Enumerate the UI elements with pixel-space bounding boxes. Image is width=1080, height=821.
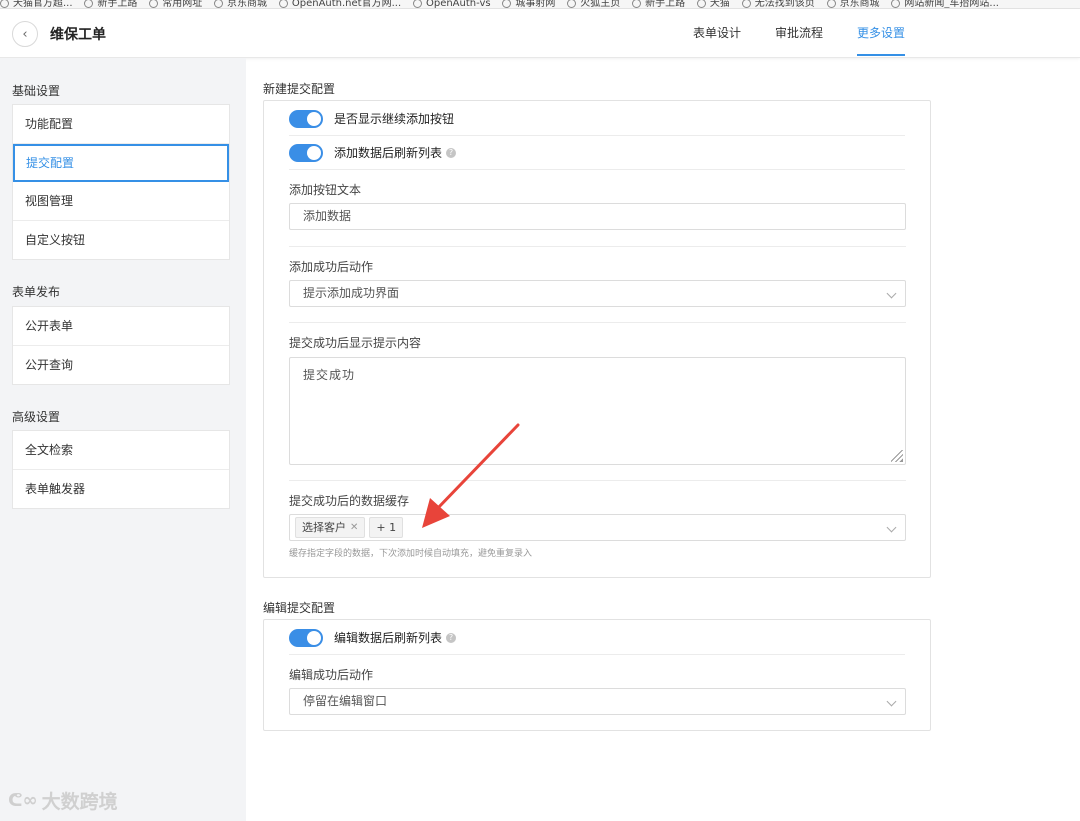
bookmark-icon xyxy=(567,0,577,8)
bookmark[interactable]: OpenAuth-vs xyxy=(412,0,491,8)
bookmark-icon xyxy=(632,0,642,8)
bookmarks-bar: 天猫官方超... 新手上路 常用网址 京东商城 OpenAuth.net官方网.… xyxy=(0,0,1080,9)
sidebar-group-title: 高级设置 xyxy=(12,410,61,424)
tab-approval-flow[interactable]: 审批流程 xyxy=(775,9,823,58)
select-value: 提示添加成功界面 xyxy=(303,286,400,300)
bookmark[interactable]: 天猫 xyxy=(696,0,730,8)
chevron-down-icon xyxy=(886,522,897,533)
continue-add-toggle[interactable] xyxy=(289,109,323,128)
bookmark-icon xyxy=(891,0,901,8)
edit-submit-card: 编辑数据后刷新列表 ? 编辑成功后动作 停留在编辑窗口 xyxy=(263,619,931,731)
watermark: ᕦ∞ 大数跨境 xyxy=(8,787,118,814)
bookmark[interactable]: 网站新闻_车抬网站... xyxy=(891,0,999,8)
watermark-logo-icon: ᕦ∞ xyxy=(8,790,38,811)
header-tabs: 表单设计 审批流程 更多设置 xyxy=(676,9,922,58)
annotation-arrow-icon xyxy=(422,423,520,528)
help-icon[interactable]: ? xyxy=(446,632,457,643)
sidebar-item-submit-config[interactable]: 提交配置 xyxy=(13,143,229,182)
bookmark[interactable]: 新手上路 xyxy=(632,0,685,8)
new-submit-section-title: 新建提交配置 xyxy=(263,82,336,96)
after-edit-action-select[interactable]: 停留在编辑窗口 xyxy=(289,688,906,715)
success-tip-textarea[interactable]: 提交成功 xyxy=(289,357,906,465)
sidebar-menu-advanced: 全文检索 表单触发器 xyxy=(12,430,230,509)
toggle-label: 编辑数据后刷新列表 xyxy=(334,631,443,645)
chevron-left-icon: ‹ xyxy=(22,26,28,42)
bookmark[interactable]: 京东商城 xyxy=(826,0,880,8)
toggle-row-edit-refresh: 编辑数据后刷新列表 ? xyxy=(289,621,905,655)
watermark-text: 大数跨境 xyxy=(41,791,118,813)
textarea-value: 提交成功 xyxy=(303,368,356,382)
edit-refresh-toggle[interactable] xyxy=(289,628,323,647)
page-header: ‹ 维保工单 表单设计 审批流程 更多设置 xyxy=(0,9,1080,58)
bookmark[interactable]: 京东商城 xyxy=(214,0,267,8)
divider xyxy=(289,246,906,247)
select-value: 停留在编辑窗口 xyxy=(303,694,388,708)
bookmark-icon xyxy=(0,0,9,8)
bookmark[interactable]: 火狐主页 xyxy=(567,0,620,8)
toggle-row-refresh-list: 添加数据后刷新列表 ? xyxy=(289,136,905,170)
close-icon[interactable]: ✕ xyxy=(350,515,358,540)
after-add-action-label: 添加成功后动作 xyxy=(289,260,374,274)
bookmark[interactable]: 城事射网 xyxy=(502,0,555,8)
cache-tag-label: 选择客户 xyxy=(302,521,346,534)
sidebar-item-view-management[interactable]: 视图管理 xyxy=(13,182,229,221)
sidebar-item-public-form[interactable]: 公开表单 xyxy=(13,307,229,346)
sidebar-menu-publish: 公开表单 公开查询 xyxy=(12,306,230,385)
after-edit-action-label: 编辑成功后动作 xyxy=(289,668,374,682)
tab-form-design[interactable]: 表单设计 xyxy=(693,9,741,58)
bookmark-icon xyxy=(741,0,751,8)
sidebar-item-function-config[interactable]: 功能配置 xyxy=(13,105,229,144)
settings-sidebar: 基础设置 功能配置 提交配置 视图管理 自定义按钮 表单发布 公开表单 公开查询… xyxy=(0,58,246,821)
divider xyxy=(289,480,906,481)
tab-more-settings[interactable]: 更多设置 xyxy=(857,9,906,58)
bookmark[interactable]: 无法找到该页 xyxy=(741,0,815,8)
toggle-label: 添加数据后刷新列表 xyxy=(334,146,443,160)
bookmark-icon xyxy=(149,0,159,8)
cache-more-tag: + 1 xyxy=(369,517,404,538)
sidebar-item-fulltext-search[interactable]: 全文检索 xyxy=(13,431,229,470)
add-button-text-input[interactable]: 添加数据 xyxy=(289,203,906,230)
toggle-row-continue-add: 是否显示继续添加按钮 xyxy=(289,102,905,136)
sidebar-menu-basic: 功能配置 提交配置 视图管理 自定义按钮 xyxy=(12,104,230,260)
bookmark-icon xyxy=(84,0,94,8)
after-add-action-select[interactable]: 提示添加成功界面 xyxy=(289,280,906,307)
add-button-text-label: 添加按钮文本 xyxy=(289,183,362,197)
bookmark-icon xyxy=(278,0,288,8)
edit-submit-section-title: 编辑提交配置 xyxy=(263,601,336,615)
success-tip-label: 提交成功后显示提示内容 xyxy=(289,336,422,350)
help-icon[interactable]: ? xyxy=(446,147,457,158)
bookmark-icon xyxy=(412,0,422,8)
bookmark[interactable]: OpenAuth.net官方网... xyxy=(278,0,401,8)
resize-handle-icon[interactable] xyxy=(891,450,903,462)
bookmark-icon xyxy=(696,0,706,8)
bookmark[interactable]: 天猫官方超... xyxy=(0,0,73,8)
cache-tag: 选择客户 ✕ xyxy=(295,515,366,540)
bookmark[interactable]: 常用网址 xyxy=(149,0,202,8)
sidebar-item-form-trigger[interactable]: 表单触发器 xyxy=(13,470,229,509)
data-cache-hint: 缓存指定字段的数据，下次添加时候自动填充，避免重复录入 xyxy=(289,549,533,559)
sidebar-group-title: 基础设置 xyxy=(12,84,61,98)
new-submit-card: 是否显示继续添加按钮 添加数据后刷新列表 ? 添加按钮文本 添加数据 添加成功后… xyxy=(263,100,931,578)
refresh-list-toggle[interactable] xyxy=(289,143,323,162)
chevron-down-icon xyxy=(886,696,897,707)
back-button[interactable]: ‹ xyxy=(12,21,38,47)
chevron-down-icon xyxy=(886,288,897,299)
bookmark-icon xyxy=(214,0,224,8)
page-title: 维保工单 xyxy=(50,27,106,43)
bookmark[interactable]: 新手上路 xyxy=(84,0,137,8)
bookmark-icon xyxy=(502,0,512,8)
data-cache-multiselect[interactable]: 选择客户 ✕ + 1 xyxy=(289,514,906,541)
bookmark-icon xyxy=(826,0,836,8)
sidebar-item-public-query[interactable]: 公开查询 xyxy=(13,346,229,385)
data-cache-label: 提交成功后的数据缓存 xyxy=(289,494,410,508)
sidebar-item-custom-buttons[interactable]: 自定义按钮 xyxy=(13,221,229,260)
divider xyxy=(289,322,906,323)
sidebar-group-title: 表单发布 xyxy=(12,285,61,299)
toggle-label: 是否显示继续添加按钮 xyxy=(334,112,455,126)
